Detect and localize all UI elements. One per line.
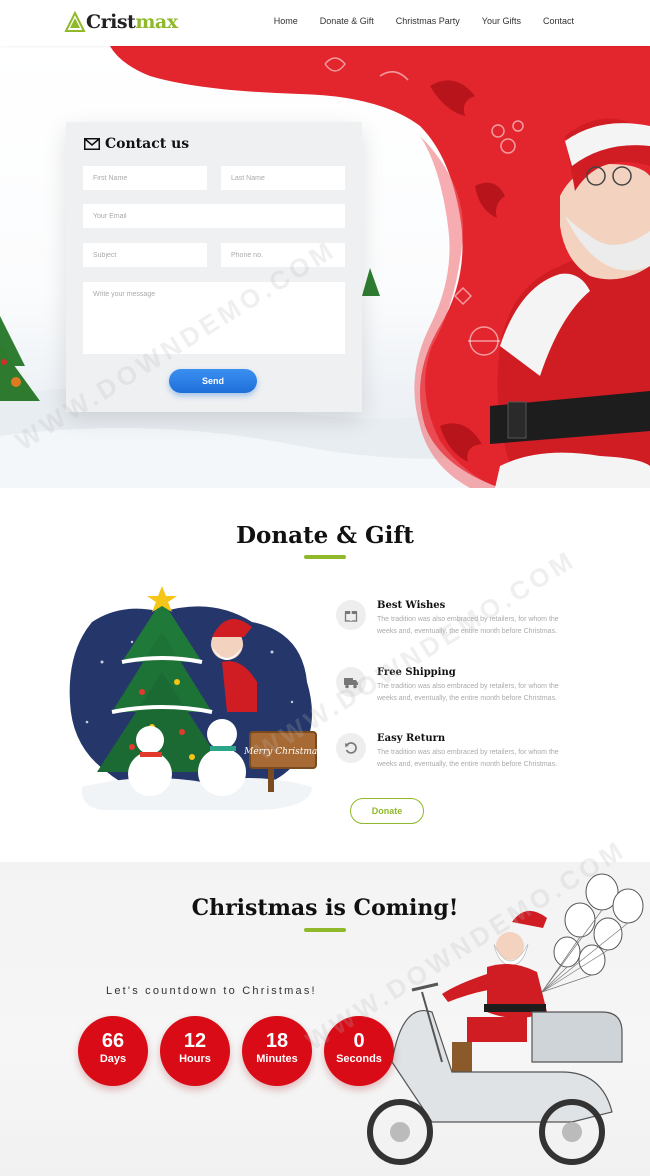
contact-form-card: Contact us Send (66, 122, 362, 412)
tree-logo-icon (64, 11, 86, 32)
countdown-days: 66 Days (78, 1016, 148, 1086)
countdown-title: Christmas is Coming! (191, 895, 459, 921)
message-field[interactable] (83, 282, 345, 354)
days-label: Days (99, 1053, 127, 1065)
hours-label: Hours (179, 1053, 211, 1065)
christmas-tree-illustration: Merry Christmas (69, 586, 322, 810)
feature-text: The tradition was also embraced by retai… (377, 616, 559, 635)
countdown-seconds: 0 Seconds (324, 1016, 394, 1086)
site-header: Crist max Home Donate & Gift Christmas Pa… (0, 0, 650, 46)
countdown-title-underline (304, 928, 346, 932)
hero-section: Contact us Send (0, 46, 650, 488)
days-value: 66 (101, 1030, 125, 1052)
return-icon (345, 742, 357, 754)
countdown-hours: 12 Hours (160, 1016, 230, 1086)
minutes-value: 18 (265, 1030, 289, 1052)
logo[interactable]: Crist max (64, 9, 178, 35)
donate-section-title: Donate & Gift (236, 522, 414, 549)
hours-value: 12 (183, 1030, 207, 1052)
minutes-label: Minutes (256, 1053, 298, 1065)
nav-home[interactable]: Home (274, 16, 298, 26)
contact-title-text: Contact us (105, 136, 190, 152)
email-field[interactable] (83, 204, 345, 228)
feature-title: Free Shipping (377, 667, 456, 678)
truck-icon (344, 678, 358, 689)
nav-christmas-party[interactable]: Christmas Party (396, 16, 460, 26)
countdown-minutes: 18 Minutes (242, 1016, 312, 1086)
envelope-icon (84, 138, 100, 150)
logo-text-accent: max (135, 11, 178, 33)
logo-text-dark: Crist (86, 11, 136, 33)
feature-text: The tradition was also embraced by retai… (377, 683, 559, 702)
seconds-value: 0 (353, 1030, 365, 1052)
last-name-field[interactable] (221, 166, 345, 190)
nav-donate-gift[interactable]: Donate & Gift (320, 16, 374, 26)
subject-field[interactable] (83, 243, 207, 267)
contact-title: Contact us (84, 136, 189, 152)
gift-icon (344, 611, 358, 622)
nav-your-gifts[interactable]: Your Gifts (482, 16, 521, 26)
first-name-field[interactable] (83, 166, 207, 190)
feature-text: The tradition was also embraced by retai… (377, 749, 559, 768)
main-nav: Home Donate & Gift Christmas Party Your … (274, 16, 574, 26)
donate-title-underline (304, 555, 346, 559)
feature-title: Best Wishes (377, 600, 446, 611)
seconds-label: Seconds (336, 1053, 382, 1065)
countdown-subtitle: Let's countdown to Christmas! (106, 985, 317, 997)
sign-text: Merry Christmas (243, 747, 322, 757)
phone-field[interactable] (221, 243, 345, 267)
nav-contact[interactable]: Contact (543, 16, 574, 26)
feature-title: Easy Return (377, 733, 446, 744)
donate-button[interactable]: Donate (350, 798, 424, 824)
send-button[interactable]: Send (169, 369, 257, 393)
